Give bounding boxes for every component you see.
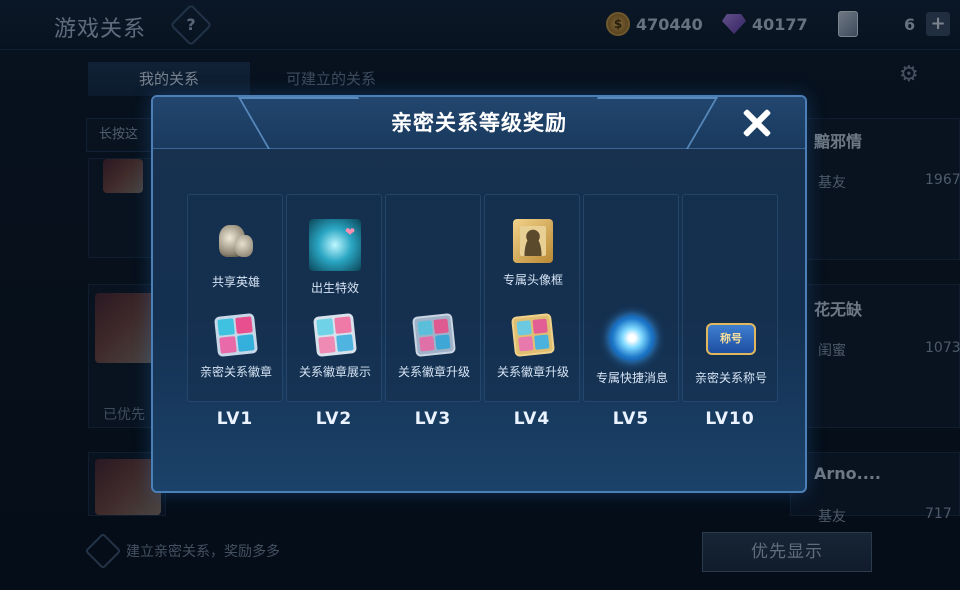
reward-badge-upgrade[interactable]: 关系徽章升级 — [485, 313, 581, 380]
reward-avatar-frame[interactable]: 专属头像框 — [485, 219, 581, 288]
level-label: LV5 — [612, 409, 650, 429]
speaker-icon — [609, 315, 655, 361]
modal-header: 亲密关系等级奖励 — [153, 97, 805, 149]
reward-label: 共享英雄 — [211, 275, 260, 289]
avatar-frame-icon — [513, 219, 553, 263]
reward-label: 亲密关系徽章 — [199, 365, 272, 379]
reward-label: 关系徽章升级 — [397, 365, 470, 379]
reward-label: 出生特效 — [310, 281, 359, 295]
spawn-effect-icon: ❤ — [309, 219, 361, 271]
reward-label: 亲密关系称号 — [694, 371, 767, 385]
reward-label: 专属快捷消息 — [595, 371, 668, 385]
level-column-5: 专属快捷消息 — [583, 194, 679, 402]
reward-label: 关系徽章展示 — [298, 365, 371, 379]
title-scroll-icon: 称号 — [706, 323, 756, 355]
level-column-2: ❤ 出生特效 关系徽章展示 — [286, 194, 382, 402]
reward-shared-hero[interactable]: 共享英雄 — [188, 219, 284, 290]
badge-icon — [313, 313, 357, 357]
reward-label: 专属头像框 — [502, 273, 563, 287]
intimacy-reward-modal: 亲密关系等级奖励 共享英雄 亲密关系徽章 ❤ 出生特效 关系徽章展示 关系徽章升… — [151, 95, 807, 493]
level-label: LV2 — [315, 409, 353, 429]
level-column-3: 关系徽章升级 — [385, 194, 481, 402]
reward-quick-message[interactable]: 专属快捷消息 — [584, 315, 680, 386]
level-label: LV4 — [513, 409, 551, 429]
reward-badge-display[interactable]: 关系徽章展示 — [287, 313, 383, 380]
level-label: LV10 — [705, 409, 755, 429]
reward-label: 关系徽章升级 — [496, 365, 569, 379]
reward-relation-badge[interactable]: 亲密关系徽章 — [188, 313, 284, 380]
reward-columns: 共享英雄 亲密关系徽章 ❤ 出生特效 关系徽章展示 关系徽章升级 专属头像框 关… — [187, 194, 778, 402]
reward-spawn-effect[interactable]: ❤ 出生特效 — [287, 219, 383, 296]
close-icon[interactable] — [737, 103, 777, 143]
level-label: LV3 — [414, 409, 452, 429]
level-label: LV1 — [216, 409, 254, 429]
badge-icon — [511, 313, 555, 357]
reward-badge-upgrade[interactable]: 关系徽章升级 — [386, 313, 482, 380]
level-column-10: 称号 亲密关系称号 — [682, 194, 778, 402]
badge-icon — [412, 313, 456, 357]
badge-icon — [214, 313, 258, 357]
level-column-1: 共享英雄 亲密关系徽章 — [187, 194, 283, 402]
level-column-4: 专属头像框 关系徽章升级 — [484, 194, 580, 402]
helmet-icon — [213, 219, 259, 265]
reward-relation-title[interactable]: 称号 亲密关系称号 — [683, 315, 779, 386]
modal-title: 亲密关系等级奖励 — [391, 111, 567, 135]
